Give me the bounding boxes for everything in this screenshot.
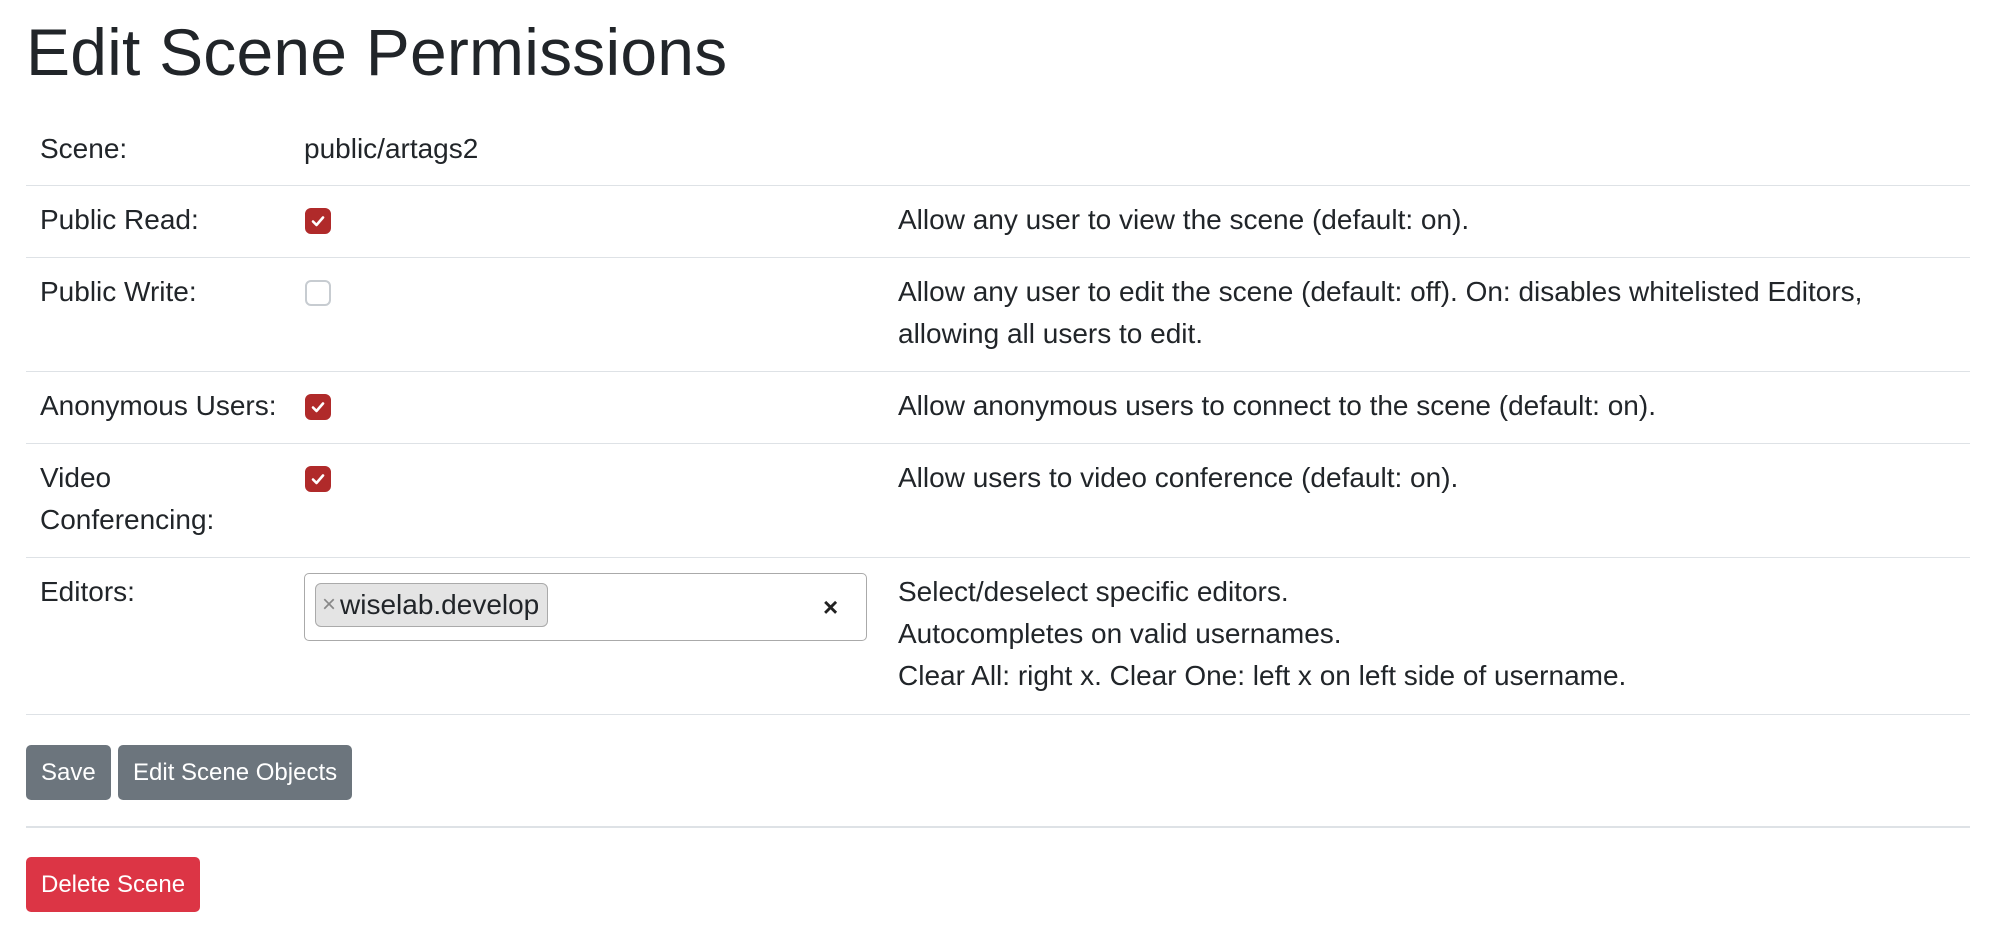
checkmark-icon xyxy=(311,216,325,227)
anonymous-users-row: Anonymous Users: Allow anonymous users t… xyxy=(26,372,1970,444)
editors-label: Editors: xyxy=(40,576,135,607)
section-divider xyxy=(26,826,1970,828)
editors-help-line: Autocompletes on valid usernames. xyxy=(898,618,1342,649)
video-conferencing-checkbox[interactable] xyxy=(305,466,331,492)
editor-chip-label: wiselab.develop xyxy=(340,589,540,620)
anonymous-users-label: Anonymous Users: xyxy=(40,390,277,421)
edit-scene-objects-button[interactable]: Edit Scene Objects xyxy=(118,745,353,800)
public-write-row: Public Write: Allow any user to edit the… xyxy=(26,258,1970,372)
scene-row: Scene: public/artags2 xyxy=(26,115,1970,186)
public-write-description: Allow any user to edit the scene (defaul… xyxy=(898,276,1863,349)
editors-help-line: Select/deselect specific editors. xyxy=(898,576,1289,607)
public-read-label: Public Read: xyxy=(40,204,199,235)
editor-chip: × wiselab.develop xyxy=(315,583,549,627)
checkmark-icon xyxy=(311,474,325,485)
clear-all-icon[interactable]: × xyxy=(823,591,838,623)
scene-label: Scene: xyxy=(40,133,128,164)
editors-help-line: Clear All: right x. Clear One: left x on… xyxy=(898,660,1627,691)
public-write-label: Public Write: xyxy=(40,276,197,307)
video-conferencing-row: Video Conferencing: Allow users to video… xyxy=(26,444,1970,558)
save-button[interactable]: Save xyxy=(26,745,111,800)
delete-scene-button[interactable]: Delete Scene xyxy=(26,857,201,912)
video-conferencing-label: Video Conferencing: xyxy=(40,462,215,535)
editors-select[interactable]: × wiselab.develop × xyxy=(304,573,867,641)
public-read-description: Allow any user to view the scene (defaul… xyxy=(898,204,1470,235)
public-read-row: Public Read: Allow any user to view the … xyxy=(26,186,1970,258)
anonymous-users-checkbox[interactable] xyxy=(305,394,331,420)
video-conferencing-description: Allow users to video conference (default… xyxy=(898,462,1459,493)
checkmark-icon xyxy=(311,402,325,413)
editors-row: Editors: × wiselab.develop × Select/dese… xyxy=(26,558,1970,715)
public-read-checkbox[interactable] xyxy=(305,208,331,234)
editors-description: Select/deselect specific editors. Autoco… xyxy=(898,571,1958,697)
public-write-checkbox[interactable] xyxy=(305,280,331,306)
anonymous-users-description: Allow anonymous users to connect to the … xyxy=(898,390,1656,421)
page-title: Edit Scene Permissions xyxy=(26,15,728,89)
chip-remove-icon[interactable]: × xyxy=(322,593,336,617)
scene-value: public/artags2 xyxy=(304,133,479,164)
